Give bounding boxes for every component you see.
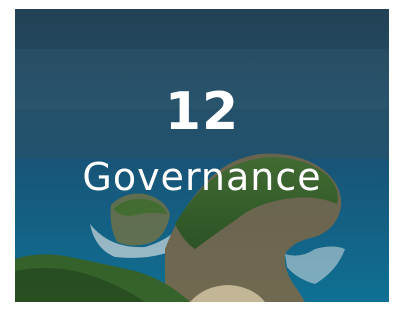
card-number: 12 <box>164 82 240 142</box>
governance-card[interactable]: 12 Governance <box>15 9 389 302</box>
card-title: Governance <box>82 155 322 199</box>
